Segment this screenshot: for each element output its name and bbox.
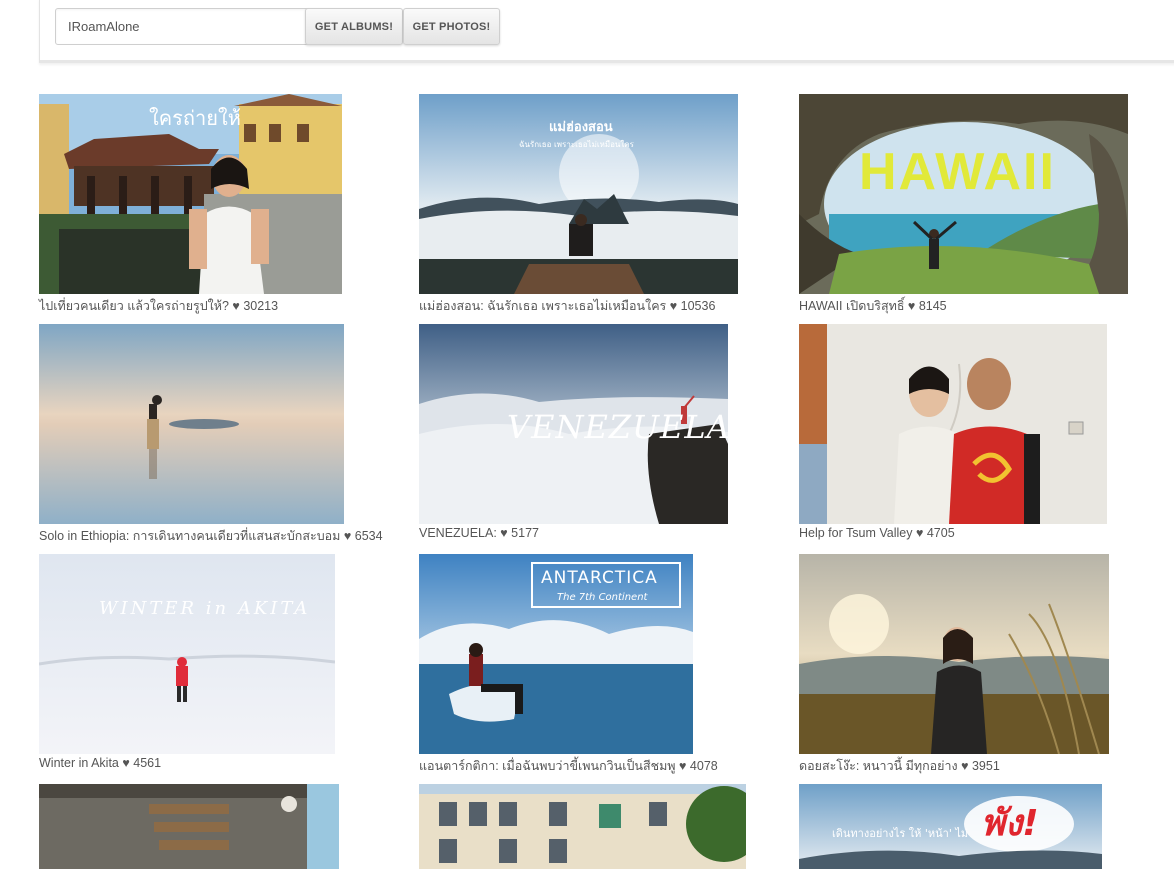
album-caption[interactable]: Help for Tsum Valley ♥ 4705 [799, 526, 955, 540]
get-photos-button[interactable]: GET PHOTOS! [403, 8, 500, 45]
album-thumbnail-antarctica[interactable]: ANTARCTICA The 7th Continent [419, 554, 693, 754]
album-caption[interactable]: แม่ฮ่องสอน: ฉันรักเธอ เพราะเธอไม่เหมือนใ… [419, 296, 715, 316]
album-thumbnail-venezuela[interactable]: VENEZUELA [419, 324, 728, 524]
thumbnail-overlay-subtext: เดินทางอย่างไร ให้ 'หน้า' ไม่ [832, 827, 969, 840]
thumbnail-overlay-text: ใครถ่ายให้ [149, 106, 241, 130]
album-thumbnail-hoi-an[interactable]: ใครถ่ายให้ [39, 94, 342, 294]
album-caption[interactable]: ไปเที่ยวคนเดียว แล้วใครถ่ายรูปให้? ♥ 302… [39, 296, 278, 316]
album-caption[interactable]: แอนตาร์กติกา: เมื่อฉันพบว่าขี้เพนกวินเป็… [419, 756, 718, 776]
album-thumbnail-row4-3[interactable]: พัง! เดินทางอย่างไร ให้ 'หน้า' ไม่ [799, 784, 1102, 869]
thumbnail-overlay-subtext: ฉันรักเธอ เพราะเธอไม่เหมือนใคร [519, 140, 634, 149]
album-thumbnail-akita[interactable]: WINTER in AKITA [39, 554, 335, 754]
album-thumbnail-row4-2[interactable] [419, 784, 746, 869]
album-caption[interactable]: Winter in Akita ♥ 4561 [39, 756, 161, 770]
thumbnail-overlay-text: แม่ฮ่องสอน [549, 120, 613, 135]
album-thumbnail-doi-sango[interactable] [799, 554, 1109, 754]
thumbnail-overlay-text: HAWAII [859, 143, 1056, 201]
album-thumbnail-hawaii[interactable]: HAWAII [799, 94, 1128, 294]
thumbnail-overlay-text: WINTER in AKITA [99, 598, 311, 619]
thumbnail-overlay-text: VENEZUELA [507, 408, 728, 446]
album-caption[interactable]: ดอยสะโง๊ะ: หนาวนี้ มีทุกอย่าง ♥ 3951 [799, 756, 1000, 776]
album-caption[interactable]: Solo in Ethiopia: การเดินทางคนเดียวที่แส… [39, 526, 383, 546]
thumbnail-overlay-text: ANTARCTICA [541, 568, 658, 588]
album-thumbnail-row4-1[interactable] [39, 784, 339, 869]
album-thumbnail-tsum-valley[interactable] [799, 324, 1107, 524]
album-caption[interactable]: VENEZUELA: ♥ 5177 [419, 526, 539, 540]
album-thumbnail-mae-hong-son[interactable]: แม่ฮ่องสอน ฉันรักเธอ เพราะเธอไม่เหมือนใค… [419, 94, 738, 294]
thumbnail-overlay-subtext: The 7th Continent [557, 592, 648, 603]
username-search-input[interactable] [55, 8, 317, 45]
album-caption[interactable]: HAWAII เปิดบริสุทธิ์ ♥ 8145 [799, 296, 947, 316]
thumbnail-overlay-text: พัง! [981, 803, 1039, 844]
get-albums-button[interactable]: GET ALBUMS! [305, 8, 403, 45]
album-thumbnail-ethiopia[interactable] [39, 324, 344, 524]
